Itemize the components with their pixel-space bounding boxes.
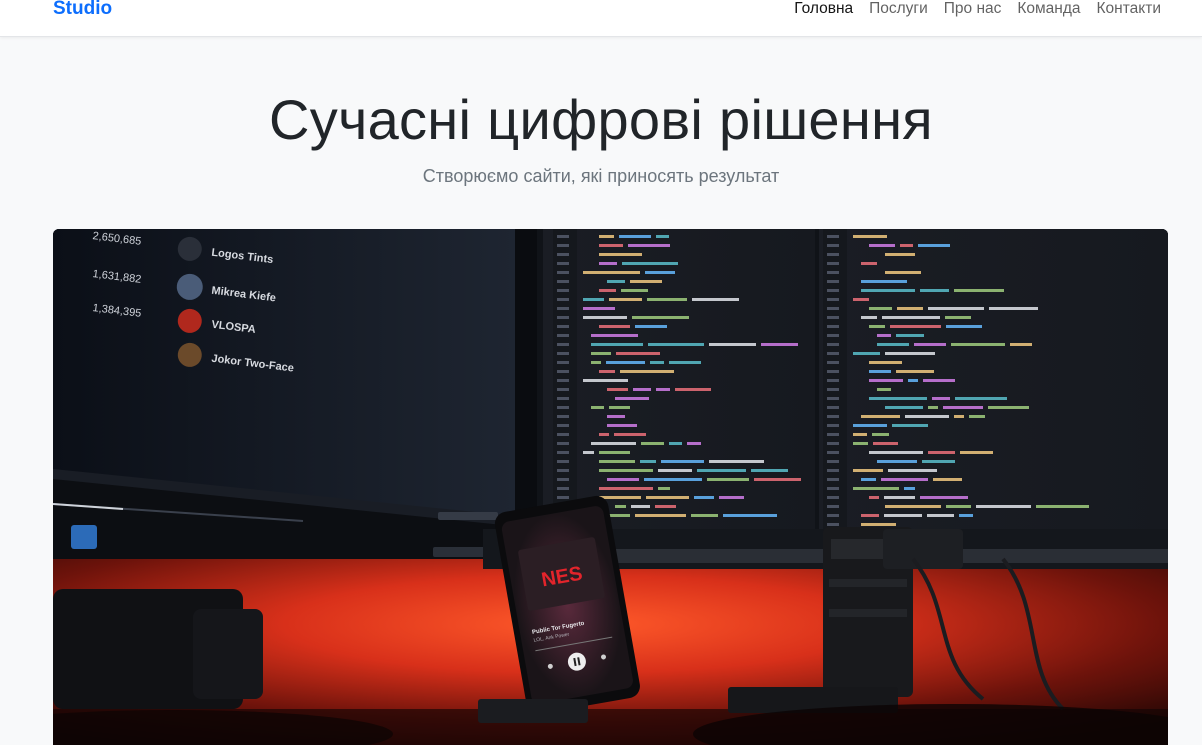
hero-subtitle: Створюємо сайти, які приносять результат xyxy=(422,166,780,186)
brand-logo[interactable]: Studio xyxy=(53,0,112,20)
hero-photo-illustration: 2,650,685 Logos Tints 1,631,882 Mikrea K… xyxy=(53,229,1168,745)
nav-link-home[interactable]: Головна xyxy=(786,0,861,19)
hero-image: 2,650,685 Logos Tints 1,631,882 Mikrea K… xyxy=(53,229,1168,745)
hero-title: Сучасні цифрові рішення xyxy=(269,88,933,151)
nav-link-contacts[interactable]: Контакти xyxy=(1089,0,1161,19)
nav-link-team[interactable]: Команда xyxy=(1009,0,1088,19)
navbar: Studio Головна Послуги Про нас Команда К… xyxy=(0,0,1202,37)
nav-link-about[interactable]: Про нас xyxy=(936,0,1010,19)
nav-menu: Головна Послуги Про нас Команда Контакти xyxy=(786,0,1161,19)
nav-link-services[interactable]: Послуги xyxy=(861,0,936,19)
